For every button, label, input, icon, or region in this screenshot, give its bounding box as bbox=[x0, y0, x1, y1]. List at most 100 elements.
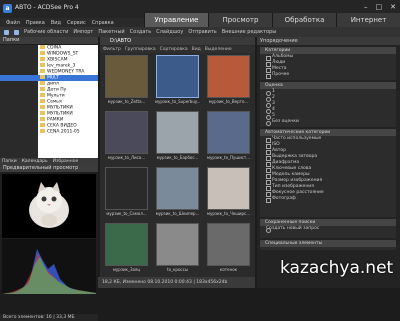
menu-tools[interactable]: Сервис bbox=[67, 20, 86, 26]
thumbnail-image[interactable] bbox=[156, 111, 199, 154]
thumbnail-image[interactable] bbox=[156, 167, 199, 210]
thumbnail-item[interactable]: мурзик_to_Самол... bbox=[104, 167, 149, 218]
tab-favorites[interactable]: Избранное bbox=[53, 158, 79, 165]
thumbnail-caption: мурзик_to_Zetta... bbox=[107, 99, 146, 104]
sort-button[interactable]: Сортировка bbox=[160, 46, 188, 53]
send-button[interactable]: Отправить bbox=[188, 29, 216, 35]
window-title: ABTO - ACDSee Pro 4 bbox=[15, 4, 79, 11]
close-icon[interactable]: ✕ bbox=[390, 3, 396, 11]
thumbnail-caption: мурзик_to_Пушист... bbox=[206, 155, 251, 160]
view-button[interactable]: Вид bbox=[192, 46, 201, 53]
preview-image bbox=[2, 174, 96, 238]
import-button[interactable]: Импорт bbox=[73, 29, 93, 35]
app-logo-icon: a bbox=[3, 4, 12, 13]
external-editors-button[interactable]: Внешние редакторы bbox=[222, 29, 276, 35]
maximize-icon[interactable]: □ bbox=[376, 3, 383, 11]
slideshow-button[interactable]: Слайдшоу bbox=[156, 29, 183, 35]
folder-label: Дети Пу bbox=[47, 87, 67, 93]
folder-icon bbox=[40, 51, 45, 55]
categories-header[interactable]: Категории bbox=[260, 47, 396, 54]
thumbnail-image[interactable] bbox=[207, 223, 250, 266]
thumbnail-item[interactable]: to_кроссы bbox=[155, 223, 200, 274]
forward-icon[interactable] bbox=[14, 29, 19, 35]
folder-icon bbox=[40, 93, 45, 97]
thumbnail-image[interactable] bbox=[105, 167, 148, 210]
group-button[interactable]: Группировка bbox=[125, 46, 156, 53]
watermark-text: kazachya.net bbox=[280, 258, 394, 278]
tab-process[interactable]: Обработка bbox=[272, 13, 336, 27]
back-icon[interactable] bbox=[4, 29, 9, 35]
rating-section: Оценка 1 2 3 4 5 Без оценки bbox=[260, 82, 396, 127]
preview-title: Предварительный просмотр bbox=[0, 165, 98, 172]
menu-edit[interactable]: Правка bbox=[26, 20, 45, 26]
folder-label: дипл bbox=[47, 81, 59, 87]
folder-label: Семья bbox=[47, 99, 62, 105]
thumbnail-caption: to_кроссы bbox=[167, 267, 188, 272]
organize-title: Упорядочение bbox=[257, 37, 400, 45]
rating-header[interactable]: Оценка bbox=[260, 82, 396, 89]
thumbnail-image[interactable] bbox=[207, 111, 250, 154]
thumbnail-image[interactable] bbox=[156, 55, 199, 98]
category-other[interactable]: Прочее bbox=[260, 72, 396, 79]
tab-view[interactable]: Просмотр bbox=[208, 13, 272, 27]
thumbnail-item[interactable]: мурзик_to_Лиса... bbox=[104, 111, 149, 162]
folder-icon bbox=[40, 123, 45, 127]
folder-icon bbox=[40, 117, 45, 121]
window-controls: – □ ✕ bbox=[364, 3, 396, 11]
menu-file[interactable]: Файл bbox=[6, 20, 20, 26]
folder-label: XBISCAM bbox=[47, 57, 68, 63]
tab-online[interactable]: Интернет bbox=[336, 13, 400, 27]
left-status: Всего элементов: 16 | 33,3 МБ bbox=[0, 314, 98, 321]
folder-label: CENA 2011-05 bbox=[47, 129, 80, 135]
folder-icon bbox=[40, 69, 45, 73]
folder-icon bbox=[40, 81, 45, 85]
thumbnail-item[interactable]: мурзик_to_Шкипер... bbox=[155, 167, 200, 218]
tab-calendar[interactable]: Календарь bbox=[22, 158, 48, 165]
thumbnail-item[interactable]: мурзик_Заяц bbox=[104, 223, 149, 274]
saved-searches-header[interactable]: Сохраненные поиски bbox=[260, 219, 396, 226]
rating-none[interactable]: Без оценки bbox=[260, 119, 396, 126]
auto-category-item[interactable]: Фотограф bbox=[260, 196, 396, 203]
center-status: 18,2 КБ, Изменено 08.10.2010 0:00:43 | 1… bbox=[98, 277, 255, 288]
thumbnail-item[interactable]: мурзик_to_Zetta... bbox=[104, 55, 149, 106]
thumbnail-caption: мурзик_to_Лиса... bbox=[107, 155, 146, 160]
auto-categories-header[interactable]: Автоматические категории bbox=[260, 129, 396, 136]
thumbnail-caption: мурзик_to_Верто... bbox=[208, 99, 249, 104]
thumbnail-item[interactable]: мурзик_to_Верто... bbox=[206, 55, 251, 106]
create-button[interactable]: Создать bbox=[130, 29, 152, 35]
menu-view[interactable]: Вид bbox=[51, 20, 61, 26]
tab-manage[interactable]: Управление bbox=[144, 13, 208, 27]
folder-label: МУЛЬТИКИ bbox=[47, 105, 73, 111]
tab-folders[interactable]: Папки bbox=[2, 158, 17, 165]
thumbnail-caption: мурзик_to_Шкипер... bbox=[155, 211, 200, 216]
folder-label: lev_marek_3 bbox=[47, 63, 76, 69]
thumbnail-image[interactable] bbox=[105, 223, 148, 266]
folder-tree-item[interactable]: CENA 2011-05 bbox=[0, 129, 98, 135]
thumbnail-image[interactable] bbox=[207, 55, 250, 98]
batch-button[interactable]: Пакетный bbox=[98, 29, 124, 35]
thumbnail-image[interactable] bbox=[105, 111, 148, 154]
histogram bbox=[2, 239, 96, 294]
thumbnail-item[interactable]: котенок bbox=[206, 223, 251, 274]
minimize-icon[interactable]: – bbox=[364, 3, 368, 11]
thumbnail-item[interactable]: мурзик_to_Пушист... bbox=[206, 111, 251, 162]
thumbnail-item[interactable]: мурзик_to_Superbuy... bbox=[155, 55, 200, 106]
folder-icon bbox=[40, 105, 45, 109]
thumbnail-caption: мурзик_to_Чеширс... bbox=[206, 211, 251, 216]
folders-title: Папки bbox=[0, 37, 98, 44]
thumbnail-image[interactable] bbox=[105, 55, 148, 98]
menu-help[interactable]: Справка bbox=[92, 20, 114, 26]
path-bar[interactable]: D:\ABTO bbox=[100, 37, 255, 45]
folder-label: РАМКИ bbox=[47, 117, 64, 123]
thumbnail-image[interactable] bbox=[207, 167, 250, 210]
workspaces-button[interactable]: Рабочие области bbox=[24, 29, 68, 35]
thumbnail-image[interactable] bbox=[156, 223, 199, 266]
thumbnail-item[interactable]: мурзик_to_Чеширс... bbox=[206, 167, 251, 218]
select-button[interactable]: Выделение bbox=[205, 46, 232, 53]
thumbnail-item[interactable]: мурзик_to_Барбос... bbox=[155, 111, 200, 162]
folder-label: CEKA ВИДЕО bbox=[47, 123, 77, 129]
special-items-header[interactable]: Специальные элементы bbox=[260, 240, 396, 247]
filter-button[interactable]: Фильтр bbox=[103, 46, 121, 53]
folder-icon bbox=[40, 111, 45, 115]
new-search-link[interactable]: Создать новый запрос bbox=[260, 226, 396, 233]
